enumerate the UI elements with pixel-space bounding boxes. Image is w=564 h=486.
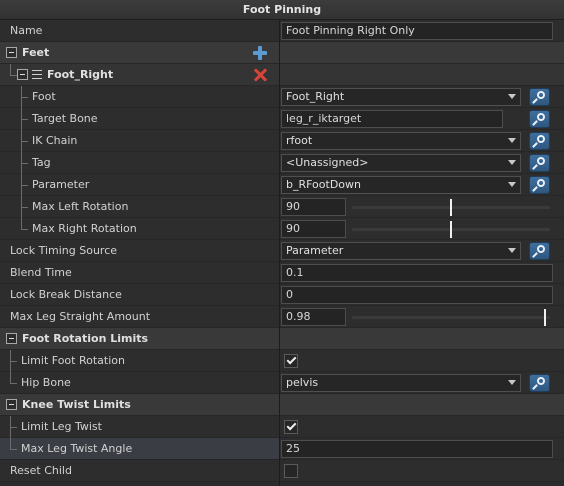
foot-search-icon[interactable] <box>529 88 550 106</box>
max-leg-straight-amount-slider-thumb[interactable] <box>544 309 546 326</box>
row-knee-twist-limits: Knee Twist Limits <box>0 394 564 416</box>
limit-foot-rotation-label: Limit Foot Rotation <box>21 354 125 367</box>
blend-time-field[interactable]: 0.1 <box>281 264 553 282</box>
row-max-leg-twist-angle: Max Leg Twist Angle 25 <box>0 438 564 460</box>
checkmark-icon <box>286 354 297 365</box>
chevron-down-icon <box>508 94 516 99</box>
parameter-dropdown[interactable]: b_RFootDown <box>281 176 521 194</box>
reset-child-label: Reset Child <box>10 464 72 477</box>
limit-foot-rotation-checkbox[interactable] <box>284 354 298 368</box>
target-bone-field[interactable]: leg_r_iktarget <box>281 110 503 128</box>
max-right-rotation-label: Max Right Rotation <box>32 222 137 235</box>
hip-bone-search-icon[interactable] <box>529 374 550 392</box>
tag-label: Tag <box>32 156 51 169</box>
row-tag: Tag <Unassigned> <box>0 152 564 174</box>
tag-dropdown[interactable]: <Unassigned> <box>281 154 521 172</box>
lock-break-distance-label: Lock Break Distance <box>10 288 122 301</box>
parameter-label: Parameter <box>32 178 90 191</box>
add-foot-icon[interactable] <box>252 45 268 61</box>
chevron-down-icon <box>508 182 516 187</box>
foot-right-label: Foot_Right <box>47 68 114 81</box>
hip-bone-dropdown[interactable]: pelvis <box>281 374 521 392</box>
name-field[interactable]: Foot Pinning Right Only <box>281 22 553 40</box>
row-feet: Feet <box>0 42 564 64</box>
limit-leg-twist-checkbox[interactable] <box>284 420 298 434</box>
row-reset-child: Reset Child <box>0 460 564 482</box>
foot-dropdown[interactable]: Foot_Right <box>281 88 521 106</box>
row-target-bone: Target Bone leg_r_iktarget <box>0 108 564 130</box>
remove-foot-close-icon[interactable] <box>252 67 268 83</box>
checkmark-icon <box>286 420 297 431</box>
row-blend-time: Blend Time 0.1 <box>0 262 564 284</box>
tag-search-icon[interactable] <box>529 154 550 172</box>
blend-time-label: Blend Time <box>10 266 72 279</box>
row-ik-chain: IK Chain rfoot <box>0 130 564 152</box>
foot-rotation-limits-label: Foot Rotation Limits <box>22 332 149 345</box>
column-divider <box>279 20 280 486</box>
chevron-down-icon <box>508 248 516 253</box>
lock-break-distance-field[interactable]: 0 <box>281 286 553 304</box>
lock-timing-source-value: Parameter <box>286 244 344 257</box>
row-max-leg-straight-amount: Max Leg Straight Amount 0.98 <box>0 306 564 328</box>
foot-rotation-limits-collapse-icon[interactable] <box>6 333 17 344</box>
name-label: Name <box>10 24 43 37</box>
row-parameter: Parameter b_RFootDown <box>0 174 564 196</box>
row-max-right-rotation: Max Right Rotation 90 <box>0 218 564 240</box>
chevron-down-icon <box>508 380 516 385</box>
feet-collapse-icon[interactable] <box>6 47 17 58</box>
chevron-down-icon <box>508 138 516 143</box>
row-hip-bone: Hip Bone pelvis <box>0 372 564 394</box>
target-bone-search-icon[interactable] <box>529 110 550 128</box>
foot-right-collapse-icon[interactable] <box>17 69 28 80</box>
foot-label: Foot <box>32 90 56 103</box>
max-right-rotation-field[interactable]: 90 <box>281 220 346 238</box>
max-left-rotation-label: Max Left Rotation <box>32 200 129 213</box>
ik-chain-value: rfoot <box>286 134 313 147</box>
max-left-rotation-slider-thumb[interactable] <box>450 199 452 216</box>
row-foot: Foot Foot_Right <box>0 86 564 108</box>
target-bone-label: Target Bone <box>32 112 98 125</box>
max-leg-straight-amount-label: Max Leg Straight Amount <box>10 310 151 323</box>
row-foot-right: Foot_Right <box>0 64 564 86</box>
parameter-search-icon[interactable] <box>529 176 550 194</box>
tag-value: <Unassigned> <box>286 156 369 169</box>
knee-twist-limits-collapse-icon[interactable] <box>6 399 17 410</box>
max-leg-twist-angle-field[interactable]: 25 <box>281 440 553 458</box>
parameter-value: b_RFootDown <box>286 178 362 191</box>
hip-bone-value: pelvis <box>286 376 319 389</box>
feet-label: Feet <box>22 46 50 59</box>
chevron-down-icon <box>508 160 516 165</box>
row-lock-timing-source: Lock Timing Source Parameter <box>0 240 564 262</box>
row-name: Name Foot Pinning Right Only <box>0 20 564 42</box>
limit-leg-twist-label: Limit Leg Twist <box>21 420 102 433</box>
row-lock-break-distance: Lock Break Distance 0 <box>0 284 564 306</box>
row-foot-rotation-limits: Foot Rotation Limits <box>0 328 564 350</box>
panel-title: Foot Pinning <box>0 0 564 20</box>
lock-timing-source-label: Lock Timing Source <box>10 244 118 257</box>
foot-value: Foot_Right <box>286 90 345 103</box>
lock-timing-source-search-icon[interactable] <box>529 242 550 260</box>
max-left-rotation-field[interactable]: 90 <box>281 198 346 216</box>
max-right-rotation-slider-thumb[interactable] <box>450 221 452 238</box>
max-leg-twist-angle-label: Max Leg Twist Angle <box>21 442 133 455</box>
ik-chain-label: IK Chain <box>32 134 78 147</box>
row-max-left-rotation: Max Left Rotation 90 <box>0 196 564 218</box>
max-leg-straight-amount-slider[interactable] <box>352 316 550 319</box>
row-limit-leg-twist: Limit Leg Twist <box>0 416 564 438</box>
max-leg-straight-amount-field[interactable]: 0.98 <box>281 308 346 326</box>
row-limit-foot-rotation: Limit Foot Rotation <box>0 350 564 372</box>
reset-child-checkbox[interactable] <box>284 464 298 478</box>
ik-chain-dropdown[interactable]: rfoot <box>281 132 521 150</box>
menu-icon[interactable] <box>32 70 42 79</box>
hip-bone-label: Hip Bone <box>21 376 71 389</box>
ik-chain-search-icon[interactable] <box>529 132 550 150</box>
lock-timing-source-dropdown[interactable]: Parameter <box>281 242 521 260</box>
knee-twist-limits-label: Knee Twist Limits <box>22 398 131 411</box>
